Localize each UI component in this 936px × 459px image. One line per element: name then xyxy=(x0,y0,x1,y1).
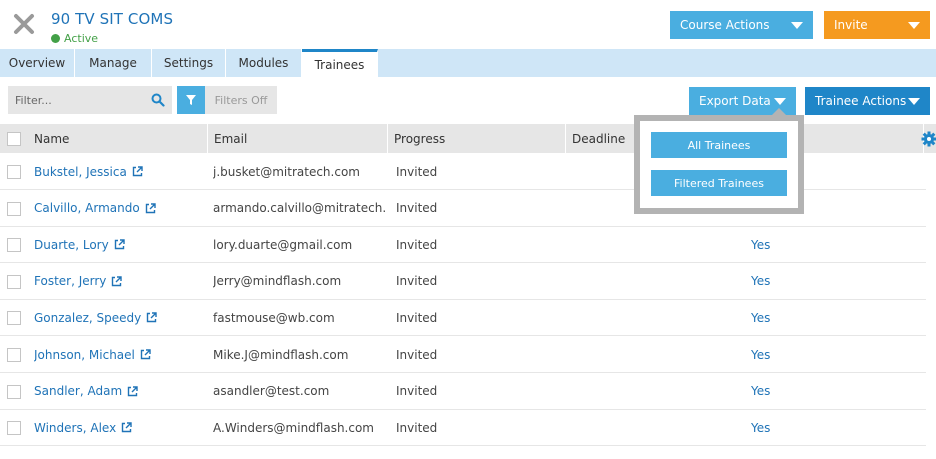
trainee-email: asandler@test.com xyxy=(213,384,330,399)
trainee-enrolled: Yes xyxy=(751,274,771,289)
course-header: 90 TV SIT COMS Active Course Actions Inv… xyxy=(0,0,936,49)
caret-down-icon xyxy=(791,22,803,29)
status-dot-icon xyxy=(51,34,60,43)
trainee-name: Bukstel, Jessica xyxy=(34,164,127,179)
caret-down-icon xyxy=(774,98,786,105)
tab-manage[interactable]: Manage xyxy=(75,49,152,77)
trainee-progress: Invited xyxy=(396,347,438,362)
row-checkbox[interactable] xyxy=(7,201,21,216)
external-link-icon xyxy=(147,312,157,323)
invite-label: Invite xyxy=(834,18,868,32)
trainee-name: Winders, Alex xyxy=(34,420,117,435)
external-link-icon xyxy=(114,239,125,250)
invite-button[interactable]: Invite xyxy=(824,11,930,39)
trainee-name: Sandler, Adam xyxy=(34,384,123,399)
trainee-progress: Invited xyxy=(396,201,438,216)
row-checkbox[interactable] xyxy=(7,238,21,253)
select-all-checkbox[interactable] xyxy=(7,132,21,146)
trainee-progress: Invited xyxy=(396,384,438,399)
table-row: Sandler, Adam asandler@test.com Invited Yes xyxy=(0,373,926,410)
close-icon[interactable] xyxy=(13,13,35,35)
row-checkbox[interactable] xyxy=(7,384,21,399)
trainee-email: fastmouse@wb.com xyxy=(213,310,335,325)
caret-down-icon xyxy=(908,22,920,29)
filter-toggle-button[interactable] xyxy=(177,86,205,114)
trainee-actions-label: Trainee Actions xyxy=(815,94,907,108)
trainee-actions-button[interactable]: Trainee Actions xyxy=(805,87,930,115)
search-icon[interactable] xyxy=(151,93,165,107)
column-header-email[interactable]: Email xyxy=(208,124,388,153)
table-row: Duarte, Lory lory.duarte@gmail.com Invited… xyxy=(0,226,926,264)
filter-field[interactable] xyxy=(8,86,172,114)
tab-overview[interactable]: Overview xyxy=(0,49,75,77)
trainee-name-link[interactable]: Sandler, Adam xyxy=(34,384,138,398)
row-checkbox[interactable] xyxy=(7,348,21,362)
status-label: Active xyxy=(64,32,99,45)
trainee-name-link[interactable]: Foster, Jerry xyxy=(34,274,123,289)
external-link-icon xyxy=(132,166,143,177)
export-all-trainees[interactable]: All Trainees xyxy=(651,132,787,158)
trainee-name-link[interactable]: Johnson, Michael xyxy=(34,348,151,362)
filter-input[interactable] xyxy=(8,93,143,107)
row-checkbox[interactable] xyxy=(7,165,21,179)
column-header-enrolled[interactable]: d xyxy=(784,124,924,153)
caret-down-icon xyxy=(908,98,920,105)
trainee-email: armando.calvillo@mitratech.c... xyxy=(213,201,385,216)
column-header-progress[interactable]: Progress xyxy=(388,124,566,153)
export-data-menu: All Trainees Filtered Trainees xyxy=(634,115,804,214)
trainee-progress: Invited xyxy=(396,237,438,252)
trainee-progress: Invited xyxy=(396,420,438,435)
table-row: Gonzalez, Speedy fastmouse@wb.com Invited Y… xyxy=(0,299,926,337)
trainee-progress: Invited xyxy=(396,164,438,179)
trainee-name: Calvillo, Armando xyxy=(34,201,140,216)
row-checkbox[interactable] xyxy=(7,421,21,436)
tab-settings[interactable]: Settings xyxy=(152,49,226,77)
funnel-icon xyxy=(186,95,196,105)
trainee-enrolled: Yes xyxy=(751,384,771,399)
trainee-enrolled: Yes xyxy=(751,237,771,252)
export-filtered-trainees[interactable]: Filtered Trainees xyxy=(651,170,787,196)
export-data-label: Export Data xyxy=(699,94,771,108)
trainee-enrolled: Yes xyxy=(751,347,771,362)
trainee-email: Jerry@mindflash.com xyxy=(213,274,342,289)
trainee-name: Foster, Jerry xyxy=(34,274,107,289)
row-checkbox[interactable] xyxy=(7,274,21,289)
trainee-enrolled: Yes xyxy=(751,310,771,325)
filters-off-button[interactable]: Filters Off xyxy=(205,86,277,114)
trainee-name: Johnson, Michael xyxy=(34,347,135,362)
external-link-icon xyxy=(127,385,138,396)
table-row: Winders, Alex A.Winders@mindflash.com Invi… xyxy=(0,409,926,447)
external-link-icon xyxy=(145,202,156,213)
trainee-name: Gonzalez, Speedy xyxy=(34,310,142,325)
trainee-name-link[interactable]: Duarte, Lory xyxy=(34,238,125,252)
gear-icon[interactable] xyxy=(921,131,936,147)
trainee-name-link[interactable]: Calvillo, Armando xyxy=(34,201,156,215)
tab-bar: Overview Manage Settings Modules Trainee… xyxy=(0,49,936,77)
table-row: Foster, Jerry Jerry@mindflash.com Invited Y… xyxy=(0,263,926,300)
external-link-icon xyxy=(121,422,132,433)
table-row: Johnson, Michael Mike.J@mindflash.com Invi… xyxy=(0,336,926,373)
trainee-email: j.busket@mitratech.com xyxy=(213,164,360,179)
trainee-enrolled: Yes xyxy=(751,420,771,435)
trainee-progress: Invited xyxy=(396,310,438,325)
course-actions-label: Course Actions xyxy=(680,18,770,32)
status-badge: Active xyxy=(51,32,98,45)
trainee-name: Duarte, Lory xyxy=(34,237,109,252)
trainee-email: A.Winders@mindflash.com xyxy=(213,420,374,435)
page-title: 90 TV SIT COMS xyxy=(51,10,174,28)
column-header-name[interactable]: Name xyxy=(28,124,208,153)
row-checkbox[interactable] xyxy=(7,311,21,326)
dropdown-caret-icon xyxy=(772,108,786,115)
tab-modules[interactable]: Modules xyxy=(226,49,302,77)
trainee-name-link[interactable]: Gonzalez, Speedy xyxy=(34,311,157,325)
external-link-icon xyxy=(112,276,123,286)
course-actions-button[interactable]: Course Actions xyxy=(670,11,813,39)
trainee-name-link[interactable]: Bukstel, Jessica xyxy=(34,165,143,179)
trainee-progress: Invited xyxy=(396,274,438,289)
trainee-email: lory.duarte@gmail.com xyxy=(213,237,353,252)
external-link-icon xyxy=(140,349,151,360)
trainee-email: Mike.J@mindflash.com xyxy=(213,347,349,362)
trainee-name-link[interactable]: Winders, Alex xyxy=(34,421,132,435)
tab-trainees[interactable]: Trainees xyxy=(302,49,378,77)
